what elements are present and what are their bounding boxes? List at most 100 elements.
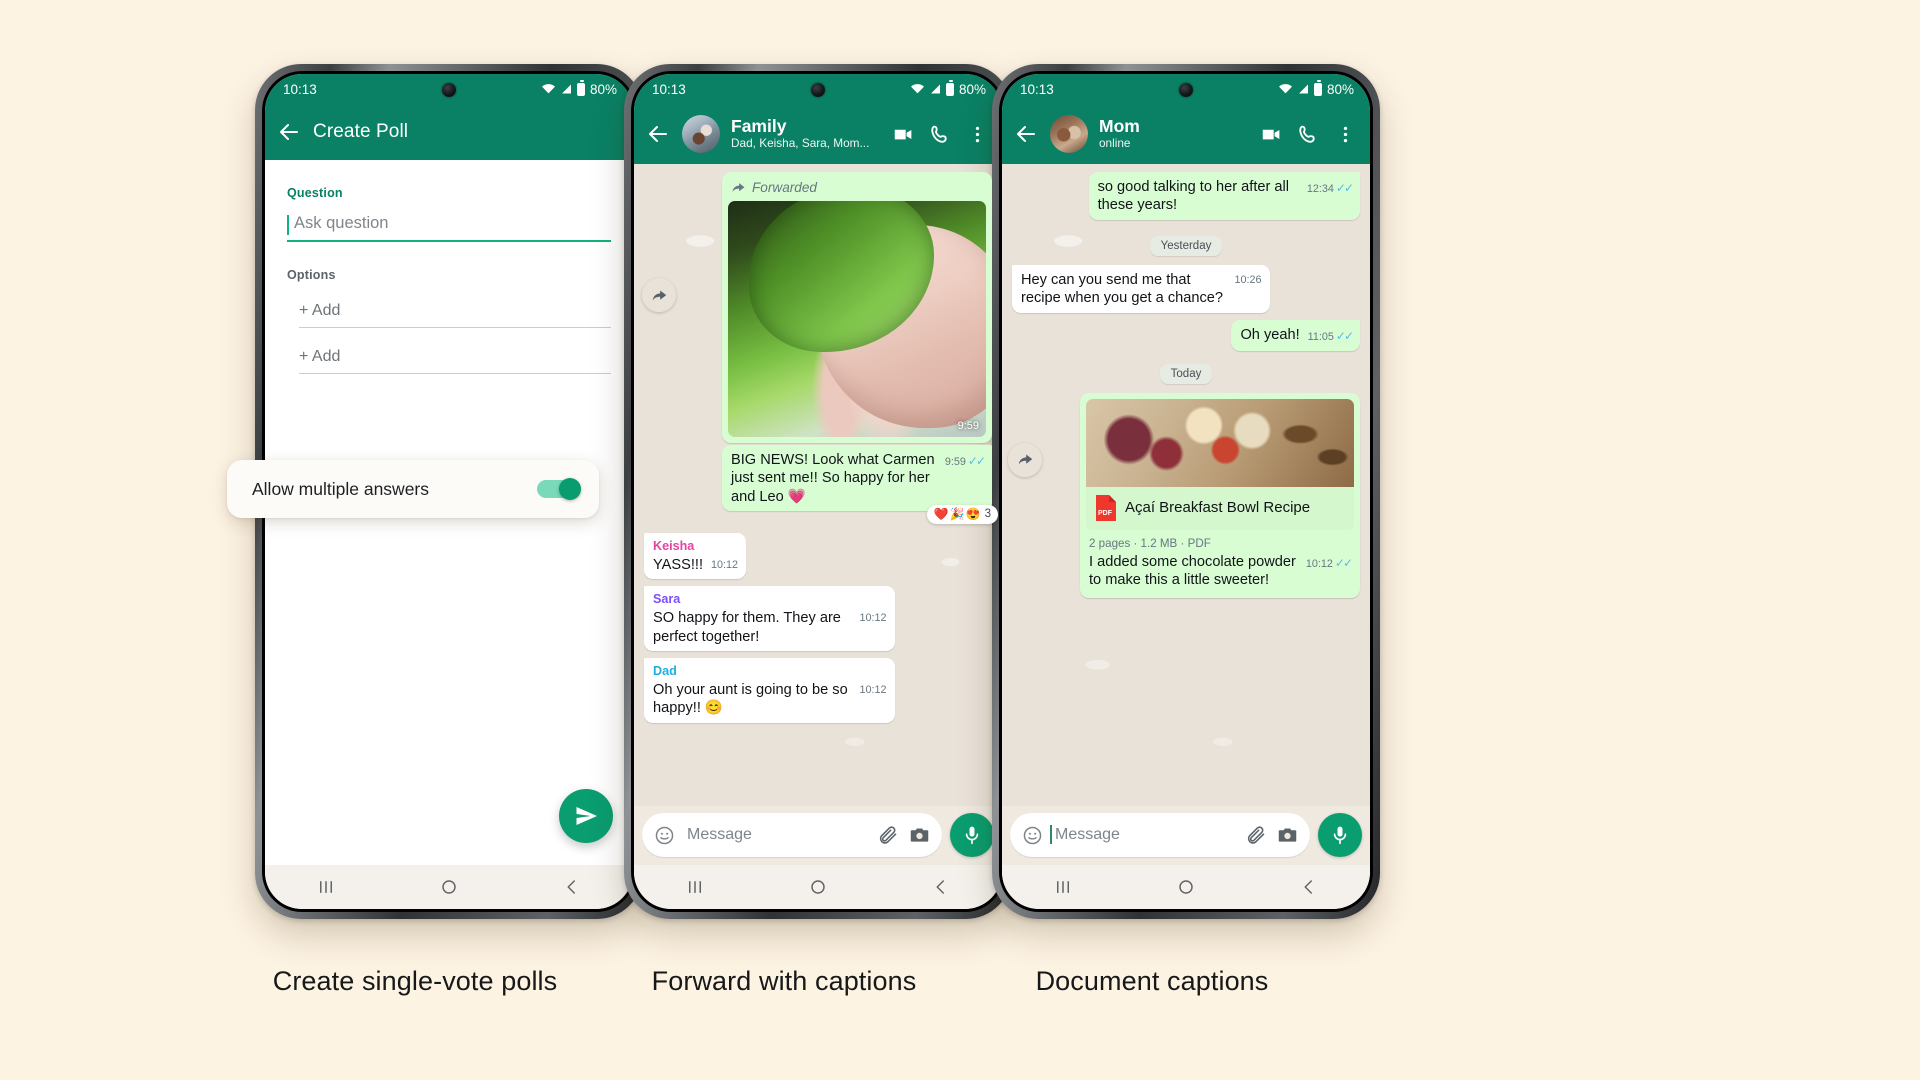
callout-label: Allow multiple answers bbox=[252, 478, 430, 499]
message-row-keisha[interactable]: Keisha 10:12 YASS!!! bbox=[644, 533, 992, 580]
video-call-icon[interactable] bbox=[893, 124, 914, 145]
text-caret bbox=[287, 215, 289, 235]
cellular-signal-icon bbox=[561, 84, 571, 94]
allow-multiple-answers-callout[interactable]: Allow multiple answers bbox=[227, 460, 599, 518]
back-arrow-icon[interactable] bbox=[1014, 122, 1038, 146]
chat-message-list[interactable]: 12:34 ✓✓ so good talking to her after all… bbox=[1002, 164, 1370, 806]
send-poll-button[interactable] bbox=[559, 789, 613, 843]
options-label: Options bbox=[287, 268, 336, 282]
home-icon[interactable] bbox=[440, 878, 458, 896]
message-row-outgoing-2[interactable]: 11:05 ✓✓ Oh yeah! bbox=[1012, 319, 1360, 351]
forward-button[interactable] bbox=[642, 278, 676, 312]
back-arrow-icon[interactable] bbox=[277, 120, 301, 144]
avatar bbox=[1050, 115, 1088, 153]
message-row-dad[interactable]: Dad 10:12 Oh your aunt is going to be so… bbox=[644, 657, 992, 723]
message-text: Hey can you send me that recipe when you… bbox=[1021, 271, 1224, 307]
message-time: 10:12 bbox=[711, 558, 739, 571]
recents-icon[interactable] bbox=[317, 878, 335, 896]
overflow-menu-icon[interactable] bbox=[1335, 124, 1356, 145]
voice-message-button[interactable] bbox=[1318, 813, 1362, 857]
status-bar: 10:13 80% bbox=[265, 74, 633, 104]
document-caption-text: I added some chocolate powder to make th… bbox=[1089, 553, 1296, 589]
overflow-menu-icon[interactable] bbox=[967, 124, 988, 145]
sender-name: Keisha bbox=[653, 539, 695, 554]
message-text: SO happy for them. They are perfect toge… bbox=[653, 610, 841, 645]
paperclip-icon[interactable] bbox=[1246, 825, 1267, 846]
forward-button[interactable] bbox=[1008, 442, 1042, 477]
message-input[interactable]: Message bbox=[1010, 813, 1310, 857]
message-bubble: 11:05 ✓✓ Oh yeah! bbox=[1231, 319, 1360, 351]
reaction-pill[interactable]: ❤️ 🎉 😍 3 bbox=[926, 505, 998, 525]
document-preview-thumbnail[interactable] bbox=[1086, 398, 1354, 487]
status-icons: 80% bbox=[1278, 80, 1354, 97]
recents-icon[interactable] bbox=[1054, 878, 1072, 896]
message-placeholder: Message bbox=[687, 826, 752, 843]
message-time: 10:12 bbox=[859, 683, 887, 696]
chat-message-list[interactable]: Forwarded 9:59 9:59 ✓✓ BIG NEWS! Look wh… bbox=[634, 164, 1002, 806]
back-nav-icon[interactable] bbox=[1300, 878, 1318, 896]
option-add-row-1[interactable]: + Add bbox=[299, 302, 611, 328]
media-timestamp: 9:59 bbox=[957, 420, 979, 432]
read-receipt-icon: ✓✓ bbox=[967, 454, 986, 468]
options-section: Options + Add + Add bbox=[287, 268, 611, 374]
chat-participants: Dad, Keisha, Sara, Mom... bbox=[731, 136, 870, 151]
camera-icon[interactable] bbox=[909, 825, 930, 846]
wifi-icon bbox=[910, 84, 924, 94]
forwarded-photo[interactable]: 9:59 bbox=[728, 201, 986, 437]
wifi-icon bbox=[541, 84, 555, 94]
home-icon[interactable] bbox=[809, 878, 827, 896]
emoji-icon[interactable] bbox=[1022, 825, 1043, 846]
option-add-row-2[interactable]: + Add bbox=[299, 348, 611, 374]
message-input[interactable]: Message bbox=[642, 813, 942, 857]
emoji-icon[interactable] bbox=[654, 825, 675, 846]
forward-caption-message[interactable]: 9:59 ✓✓ BIG NEWS! Look what Carmen just s… bbox=[644, 445, 998, 525]
message-placeholder: Message bbox=[1050, 825, 1236, 844]
camera-icon[interactable] bbox=[1277, 825, 1298, 846]
document-message-row[interactable]: PDF Açaí Breakfast Bowl Recipe 2 pages ·… bbox=[1008, 392, 1360, 598]
message-row-incoming-1[interactable]: 10:26 Hey can you send me that recipe wh… bbox=[1012, 264, 1360, 313]
message-text: Oh your aunt is going to be so happy!! 😊 bbox=[653, 681, 848, 717]
battery-icon bbox=[945, 80, 954, 96]
video-call-icon[interactable] bbox=[1261, 124, 1282, 145]
allow-multiple-answers-toggle[interactable] bbox=[537, 478, 581, 500]
document-title-row[interactable]: PDF Açaí Breakfast Bowl Recipe bbox=[1086, 486, 1354, 530]
phone-bezel: 10:13 80% Mom online 12:34 ✓✓ so good ta… bbox=[999, 71, 1373, 912]
front-camera-punch-hole bbox=[442, 83, 456, 97]
chat-header-info[interactable]: Mom online bbox=[1050, 115, 1249, 153]
app-bar-actions bbox=[893, 124, 990, 145]
app-bar-family: Family Dad, Keisha, Sara, Mom... bbox=[634, 104, 1002, 164]
phone-call-icon[interactable] bbox=[1298, 124, 1319, 145]
forward-arrow-icon bbox=[1018, 454, 1032, 465]
question-placeholder: Ask question bbox=[294, 214, 389, 232]
home-icon[interactable] bbox=[1177, 878, 1195, 896]
status-bar: 10:13 80% bbox=[1002, 74, 1370, 104]
back-nav-icon[interactable] bbox=[932, 878, 950, 896]
caption-document-captions: Document captions bbox=[1035, 966, 1269, 996]
caption-text: BIG NEWS! Look what Carmen just sent me!… bbox=[731, 452, 935, 505]
forwarded-tag: Forwarded bbox=[728, 178, 986, 201]
forwarded-media-message[interactable]: Forwarded 9:59 bbox=[642, 172, 992, 443]
message-time: 11:05 bbox=[1307, 330, 1334, 343]
paperclip-icon[interactable] bbox=[878, 825, 899, 846]
phone-call-icon[interactable] bbox=[930, 124, 951, 145]
back-nav-icon[interactable] bbox=[563, 878, 581, 896]
document-title: Açaí Breakfast Bowl Recipe bbox=[1125, 499, 1311, 517]
message-time: 12:34 bbox=[1306, 183, 1334, 195]
status-time: 10:13 bbox=[283, 81, 317, 97]
toggle-knob bbox=[559, 478, 581, 500]
back-arrow-icon[interactable] bbox=[646, 122, 670, 146]
forward-arrow-icon bbox=[652, 290, 666, 300]
message-row-outgoing-1[interactable]: 12:34 ✓✓ so good talking to her after all… bbox=[1012, 172, 1360, 220]
voice-message-button[interactable] bbox=[950, 813, 994, 857]
message-time: 10:12 bbox=[859, 612, 887, 625]
recents-icon[interactable] bbox=[686, 878, 704, 896]
message-row-sara[interactable]: Sara 10:12 SO happy for them. They are p… bbox=[644, 586, 992, 651]
chat-title: Mom bbox=[1099, 115, 1140, 136]
status-time: 10:13 bbox=[1020, 81, 1054, 97]
reaction-emoji-3: 😍 bbox=[965, 507, 981, 522]
message-meta: 10:12 ✓✓ bbox=[1306, 553, 1353, 573]
chat-title: Family bbox=[731, 115, 787, 136]
question-input[interactable]: Ask question bbox=[287, 214, 611, 242]
chat-header-info[interactable]: Family Dad, Keisha, Sara, Mom... bbox=[682, 115, 881, 153]
option-add-label-1: + Add bbox=[299, 302, 341, 319]
